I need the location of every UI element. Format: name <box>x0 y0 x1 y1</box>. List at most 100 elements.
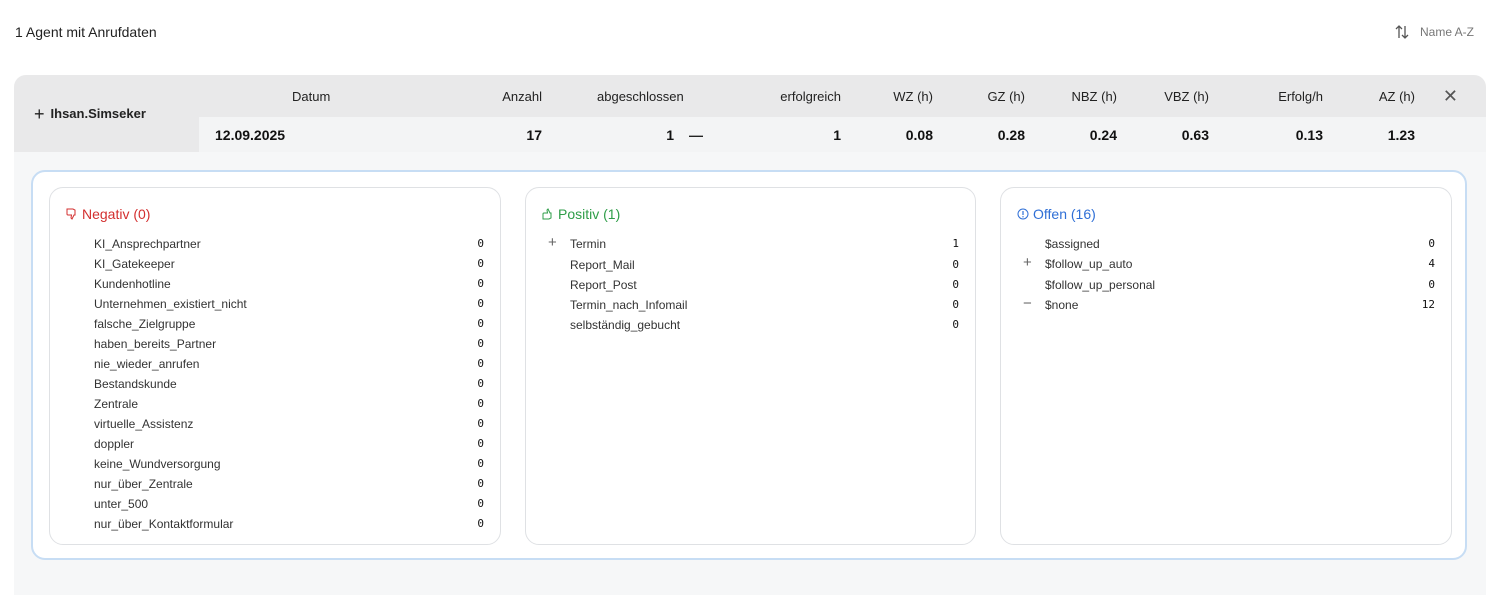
list-item: nur_über_Kontaktformular 0 <box>50 514 500 534</box>
list-item: doppler 0 <box>50 434 500 454</box>
item-label: $follow_up_personal <box>1045 278 1156 292</box>
item-label: falsche_Zielgruppe <box>94 317 196 331</box>
item-label: KI_Ansprechpartner <box>94 237 201 251</box>
sort-button[interactable]: Name A-Z <box>1394 24 1474 40</box>
val-erfolg-h: 0.13 <box>1295 126 1323 143</box>
list-item: Report_Post 0 <box>526 275 975 295</box>
item-label: Kundenhotline <box>94 277 171 291</box>
list-item: selbständig_gebucht 0 <box>526 315 975 335</box>
item-label: nur_über_Kontaktformular <box>94 517 234 531</box>
item-label: Report_Post <box>570 278 637 292</box>
item-label: keine_Wundversorgung <box>94 457 221 471</box>
thumbs-up-icon <box>542 208 552 220</box>
list-item: Unternehmen_existiert_nicht 0 <box>50 294 500 314</box>
top-bar: 1 Agent mit Anrufdaten Name A-Z <box>0 0 1487 66</box>
panel-negativ: Negativ (0) KI_Ansprechpartner 0 KI_Gatek… <box>49 187 501 545</box>
item-count: 0 <box>477 457 484 470</box>
agent-count-label: 1 Agent mit Anrufdaten <box>15 24 157 40</box>
stats-header-row: Datum Anzahl abgeschlossen erfolgreich W… <box>199 75 1486 117</box>
sort-label: Name A-Z <box>1419 25 1474 39</box>
col-az: AZ (h) <box>1378 88 1415 104</box>
item-count: 12 <box>1421 298 1435 311</box>
outcome-panels: Negativ (0) KI_Ansprechpartner 0 KI_Gatek… <box>31 170 1467 560</box>
item-count: 0 <box>477 277 484 290</box>
val-az: 1.23 <box>1387 126 1415 143</box>
item-label: $follow_up_auto <box>1045 257 1133 271</box>
val-wz: 0.08 <box>905 126 933 143</box>
panel-offen-title: Offen (16) <box>1017 206 1096 222</box>
item-count: 0 <box>477 517 484 530</box>
item-count: 0 <box>477 297 484 310</box>
collapse-minus-icon[interactable]: − <box>1023 296 1032 311</box>
item-count: 0 <box>477 317 484 330</box>
item-count: 0 <box>1428 278 1435 291</box>
offen-list: $assigned 0 + $follow_up_auto 4 $follow_up_… <box>1001 234 1451 316</box>
list-item: nie_wieder_anrufen 0 <box>50 354 500 374</box>
col-vbz: VBZ (h) <box>1164 88 1209 104</box>
agent-name: Ihsan.Simseker <box>50 106 146 121</box>
item-label: Zentrale <box>94 397 139 411</box>
col-gz: GZ (h) <box>987 88 1025 104</box>
stats-data-row: 12.09.2025 17 1 — 1 0.08 0.28 0.24 0.63 … <box>199 117 1486 152</box>
panel-negativ-title-text: Negativ (0) <box>82 206 151 222</box>
thumbs-down-icon <box>66 208 76 220</box>
val-erfolgreich: 1 <box>833 126 841 143</box>
item-label: virtuelle_Assistenz <box>94 417 194 431</box>
item-count: 0 <box>477 257 484 270</box>
list-item[interactable]: + $follow_up_auto 4 <box>1001 254 1451 275</box>
item-label: unter_500 <box>94 497 149 511</box>
panel-offen: Offen (16) $assigned 0 + $follow_up_auto 4 … <box>1000 187 1452 545</box>
list-item: Kundenhotline 0 <box>50 274 500 294</box>
list-item: KI_Gatekeeper 0 <box>50 254 500 274</box>
list-item: keine_Wundversorgung 0 <box>50 454 500 474</box>
item-label: $assigned <box>1045 237 1100 251</box>
panel-negativ-title: Negativ (0) <box>66 206 150 222</box>
list-item: Bestandskunde 0 <box>50 374 500 394</box>
collapse-minus-icon[interactable]: — <box>689 117 703 152</box>
item-count: 0 <box>477 357 484 370</box>
item-label: Termin <box>570 237 607 251</box>
item-count: 0 <box>952 258 959 271</box>
item-label: Report_Mail <box>570 258 635 272</box>
expand-plus-icon[interactable]: + <box>1023 255 1032 270</box>
col-nbz: NBZ (h) <box>1071 88 1118 104</box>
item-count: 0 <box>952 298 959 311</box>
item-count: 4 <box>1428 257 1435 270</box>
col-anzahl: Anzahl <box>502 88 542 104</box>
item-count: 0 <box>477 237 484 250</box>
expand-plus-icon[interactable]: + <box>548 235 557 250</box>
val-gz: 0.28 <box>997 126 1025 143</box>
agent-card: + Ihsan.Simseker Datum Anzahl abgeschlos… <box>14 75 1486 595</box>
info-circle-icon <box>1017 208 1029 220</box>
val-nbz: 0.24 <box>1089 126 1117 143</box>
item-count: 0 <box>952 278 959 291</box>
sort-icon <box>1395 25 1409 39</box>
list-item: $assigned 0 <box>1001 234 1451 254</box>
item-label: Bestandskunde <box>94 377 177 391</box>
item-label: doppler <box>94 437 135 451</box>
item-count: 0 <box>952 318 959 331</box>
item-count: 0 <box>477 497 484 510</box>
item-label: selbständig_gebucht <box>570 318 681 332</box>
item-count: 0 <box>477 417 484 430</box>
close-icon[interactable]: ✕ <box>1443 87 1458 105</box>
panel-offen-title-text: Offen (16) <box>1033 206 1096 222</box>
item-count: 0 <box>477 397 484 410</box>
list-item: Termin_nach_Infomail 0 <box>526 295 975 315</box>
val-anzahl: 17 <box>526 126 542 143</box>
list-item: $follow_up_personal 0 <box>1001 275 1451 295</box>
col-erfolg-h: Erfolg/h <box>1278 88 1323 104</box>
item-count: 0 <box>1428 237 1435 250</box>
list-item: haben_bereits_Partner 0 <box>50 334 500 354</box>
val-abgeschlossen: 1 <box>666 126 674 143</box>
list-item: falsche_Zielgruppe 0 <box>50 314 500 334</box>
list-item: virtuelle_Assistenz 0 <box>50 414 500 434</box>
item-label: haben_bereits_Partner <box>94 337 217 351</box>
list-item[interactable]: − $none 12 <box>1001 295 1451 316</box>
item-label: nur_über_Zentrale <box>94 477 193 491</box>
list-item[interactable]: + Termin 1 <box>526 234 975 255</box>
col-wz: WZ (h) <box>893 88 933 104</box>
agent-expand-tab[interactable]: + Ihsan.Simseker <box>14 75 199 152</box>
item-label: Unternehmen_existiert_nicht <box>94 297 247 311</box>
panel-positiv-title-text: Positiv (1) <box>558 206 621 222</box>
